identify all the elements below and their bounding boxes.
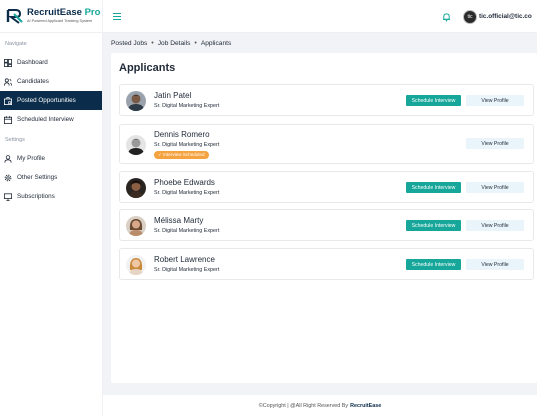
applicant-card: Dennis Romero Sr. Digital Marketing Expe… <box>119 124 534 164</box>
briefcase-icon <box>4 96 12 105</box>
settings-section-label: Settings <box>5 137 25 143</box>
breadcrumb: Posted Jobs • Job Details • Applicants <box>111 40 231 47</box>
applicant-card: Phoebe Edwards Sr. Digital Marketing Exp… <box>119 171 534 203</box>
avatar <box>126 216 146 236</box>
user-icon <box>4 154 12 163</box>
applicant-card: Robert Lawrence Sr. Digital Marketing Ex… <box>119 248 534 280</box>
applicant-name[interactable]: Robert Lawrence <box>154 255 215 264</box>
sidebar-item-dashboard[interactable]: Dashboard <box>0 53 102 72</box>
sidebar-item-posted-opportunities[interactable]: Posted Opportunities <box>0 91 102 110</box>
breadcrumb-separator: • <box>151 40 154 47</box>
breadcrumb-job-details[interactable]: Job Details <box>158 40 191 47</box>
applicant-card: Mélissa Marty Sr. Digital Marketing Expe… <box>119 209 534 241</box>
dashboard-icon <box>4 58 12 67</box>
sidebar-item-subscriptions[interactable]: Subscriptions <box>0 187 102 206</box>
brand-name: RecruitEase Pro <box>27 7 101 19</box>
brand-logo-icon <box>6 7 24 25</box>
schedule-interview-button[interactable]: Schedule Interview <box>406 259 461 270</box>
footer-copyright: ©Copyright | @All Right Reserved By <box>258 402 349 409</box>
user-avatar[interactable]: tic <box>463 10 477 24</box>
applicant-title: Sr. Digital Marketing Expert <box>154 103 220 109</box>
main-content: Posted Jobs • Job Details • Applicants A… <box>103 33 537 395</box>
sidebar-item-label: Other Settings <box>17 174 58 181</box>
topbar: tic tic.official@tic.co <box>103 0 537 33</box>
sidebar-item-scheduled-interview[interactable]: Scheduled Interview <box>0 110 102 129</box>
applicant-name[interactable]: Dennis Romero <box>154 130 210 139</box>
footer-brand-link[interactable]: RecruitEase <box>350 403 381 409</box>
applicant-title: Sr. Digital Marketing Expert <box>154 228 220 234</box>
breadcrumb-separator: • <box>194 40 197 47</box>
footer: ©Copyright | @All Right Reserved By Recr… <box>103 395 537 416</box>
applicant-title: Sr. Digital Marketing Expert <box>154 267 220 273</box>
sidebar-item-label: Candidates <box>17 78 49 85</box>
calendar-icon <box>4 115 12 124</box>
sidebar-item-label: My Profile <box>17 155 45 162</box>
view-profile-button[interactable]: View Profile <box>466 220 524 231</box>
sidebar-item-label: Posted Opportunities <box>17 97 76 104</box>
applicant-card: Jatin Patel Sr. Digital Marketing Expert… <box>119 84 534 116</box>
avatar <box>126 178 146 198</box>
applicants-panel: Applicants Jatin Patel Sr. Digital Marke… <box>111 53 537 383</box>
bell-icon[interactable] <box>442 12 451 22</box>
applicant-name[interactable]: Phoebe Edwards <box>154 178 215 187</box>
sidebar-item-other-settings[interactable]: Other Settings <box>0 168 102 187</box>
monitor-icon <box>4 192 12 201</box>
sidebar-item-my-profile[interactable]: My Profile <box>0 149 102 168</box>
view-profile-button[interactable]: View Profile <box>466 259 524 270</box>
navigate-section-label: Navigate <box>5 41 27 47</box>
avatar <box>126 135 146 155</box>
sidebar-item-candidates[interactable]: Candidates <box>0 72 102 91</box>
brand[interactable]: RecruitEase Pro AI Powered Applicant Tra… <box>0 0 102 33</box>
breadcrumb-applicants: Applicants <box>200 40 232 47</box>
applicant-name[interactable]: Mélissa Marty <box>154 216 203 225</box>
view-profile-button[interactable]: View Profile <box>466 182 524 193</box>
sidebar-item-label: Dashboard <box>17 59 48 66</box>
sidebar-item-label: Subscriptions <box>17 193 55 200</box>
applicant-title: Sr. Digital Marketing Expert <box>154 142 220 148</box>
sidebar: RecruitEase Pro AI Powered Applicant Tra… <box>0 0 103 416</box>
applicant-name[interactable]: Jatin Patel <box>154 91 191 100</box>
view-profile-button[interactable]: View Profile <box>466 138 524 149</box>
schedule-interview-button[interactable]: Schedule Interview <box>406 95 461 106</box>
page-title: Applicants <box>119 62 176 74</box>
menu-toggle-icon[interactable] <box>113 13 121 20</box>
avatar <box>126 255 146 275</box>
user-name[interactable]: tic.official@tic.co <box>479 13 532 20</box>
sidebar-item-label: Scheduled Interview <box>17 116 74 123</box>
schedule-interview-button[interactable]: Schedule Interview <box>406 220 461 231</box>
status-badge: ✓ Interview Scheduled <box>154 151 209 159</box>
breadcrumb-posted-jobs[interactable]: Posted Jobs <box>111 40 147 47</box>
schedule-interview-button[interactable]: Schedule Interview <box>406 182 461 193</box>
view-profile-button[interactable]: View Profile <box>466 95 524 106</box>
users-icon <box>4 77 12 86</box>
gear-icon <box>4 174 12 181</box>
brand-tagline: AI Powered Applicant Tracking System <box>27 18 93 23</box>
avatar <box>126 91 146 111</box>
applicant-title: Sr. Digital Marketing Expert <box>154 190 220 196</box>
